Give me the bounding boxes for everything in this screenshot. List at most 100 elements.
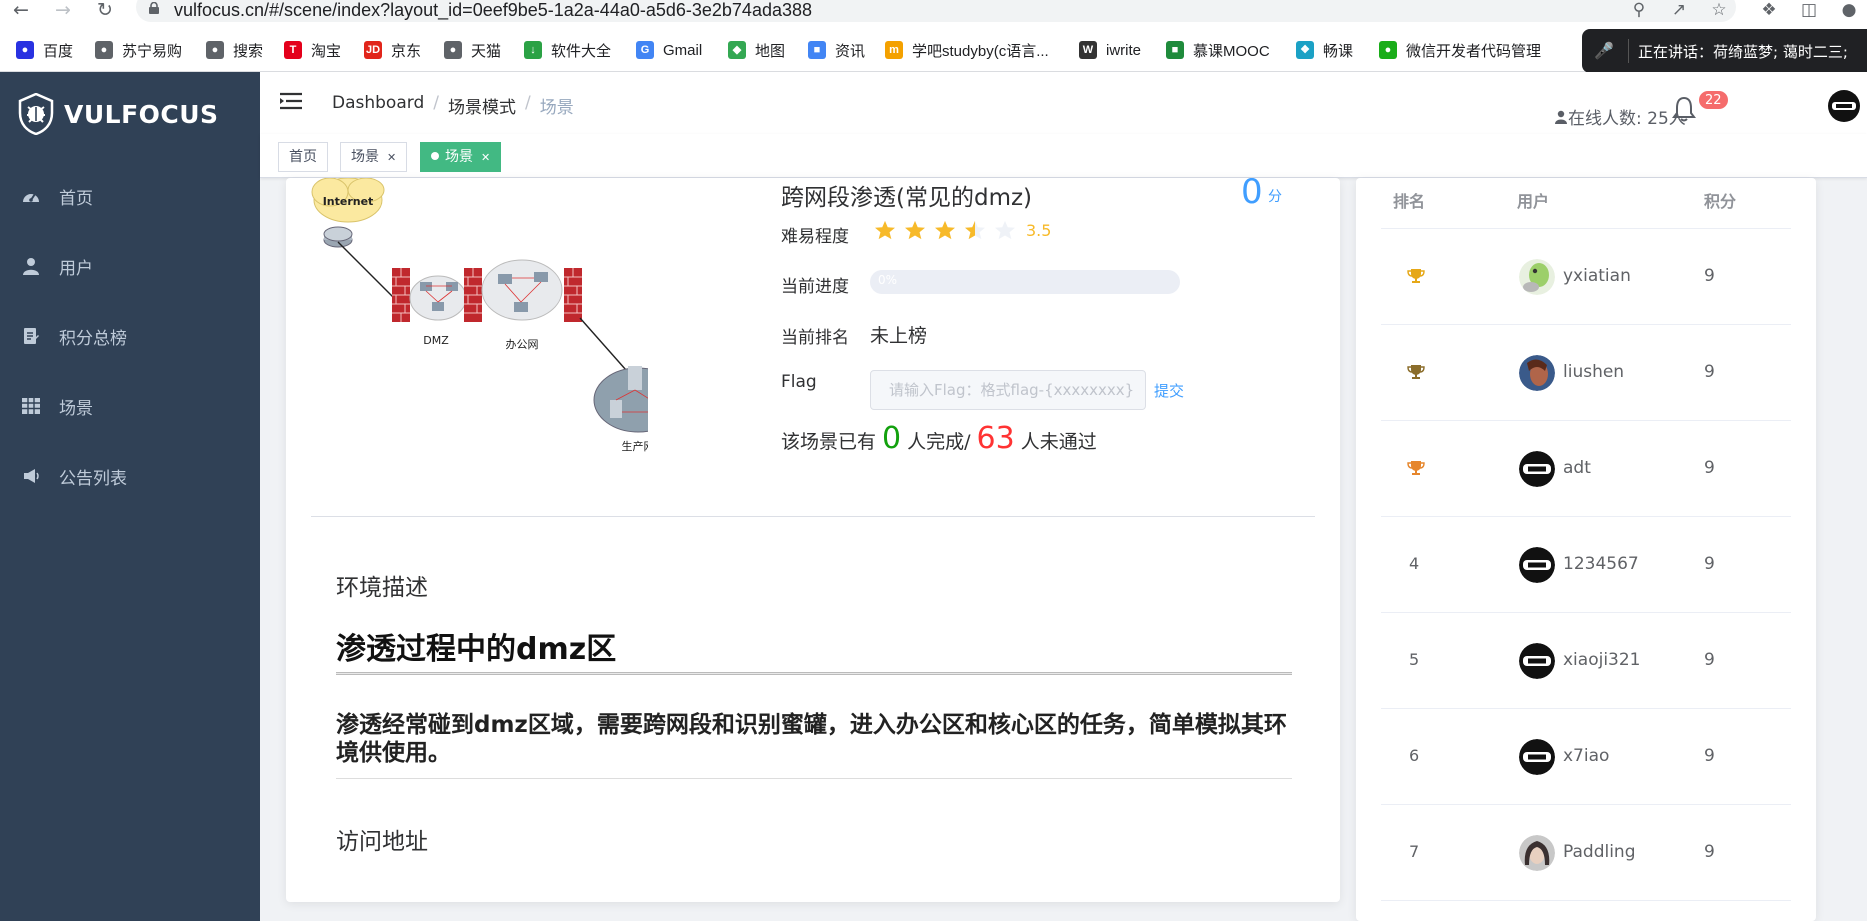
star-icon <box>905 220 925 240</box>
changke-icon: ❖ <box>1296 41 1314 59</box>
username[interactable]: x7iao <box>1563 746 1609 766</box>
office-label: 办公网 <box>506 338 539 351</box>
sidebar-item-users[interactable]: 用户 <box>0 238 260 294</box>
username[interactable]: adt <box>1563 458 1591 478</box>
rank-value: 未上榜 <box>870 325 928 347</box>
mooc-icon: ■ <box>1166 41 1184 59</box>
difficulty-label: 难易程度 <box>781 227 849 247</box>
flag-input[interactable]: 请输入Flag：格式flag-{xxxxxxxx} <box>870 370 1146 410</box>
username[interactable]: 1234567 <box>1563 554 1639 574</box>
sidebar-item-home[interactable]: 首页 <box>0 168 260 224</box>
leaderboard-row: 7 Paddling 9 <box>1381 805 1791 901</box>
progress-text: 0% <box>878 273 898 287</box>
description-body: 渗透经常碰到dmz区域，需要跨网段和识别蜜罐，进入办公区和核心区的任务，简单模拟… <box>336 712 1287 766</box>
leaderboard-row: yxiatian 9 <box>1381 229 1791 325</box>
online-count-text: 在线人数: 25人 <box>1568 109 1686 129</box>
username[interactable]: xiaoji321 <box>1563 650 1641 670</box>
bookmark-item[interactable]: m 学吧studyby(c语言... <box>885 39 1049 61</box>
top-navbar: Dashboard / 场景模式 / 场景 在线人数: 25人 22 <box>260 72 1867 134</box>
tags-view: 首页 场景 ✕ 场景 ✕ <box>260 134 1867 178</box>
avatar <box>1519 451 1555 487</box>
bookmark-item[interactable]: ◆ 地图 <box>728 39 785 61</box>
bookmark-label: 慕课MOOC <box>1193 42 1270 60</box>
back-icon[interactable]: ← <box>8 0 34 22</box>
firewall-icon <box>464 268 482 322</box>
bookmark-item[interactable]: ● 微信开发者代码管理 <box>1379 39 1541 61</box>
vulfocus-shield-icon <box>18 93 54 135</box>
username[interactable]: liushen <box>1563 362 1624 382</box>
breadcrumb: Dashboard / 场景模式 / 场景 <box>332 93 574 118</box>
username[interactable]: yxiatian <box>1563 266 1631 286</box>
user-icon <box>21 256 41 276</box>
sidebar-item-ranking[interactable]: 积分总榜 <box>0 308 260 364</box>
extensions-icon[interactable]: ❖ <box>1758 0 1780 20</box>
sidebar: VULFOCUS 首页 用户 积分总榜 场景 公告列表 <box>0 72 260 921</box>
tag-home[interactable]: 首页 <box>278 142 328 172</box>
star-empty-icon <box>995 220 1015 240</box>
bookmark-label: 百度 <box>43 42 74 60</box>
sidebar-item-scenes[interactable]: 场景 <box>0 378 260 434</box>
access-address-heading: 访问地址 <box>336 829 428 855</box>
hamburger-icon[interactable] <box>280 92 302 110</box>
bookmark-item[interactable]: ● 百度 <box>16 39 73 61</box>
sidebar-item-label: 积分总榜 <box>59 328 127 349</box>
bookmark-item[interactable]: ↓ 软件大全 <box>524 39 611 61</box>
bookmark-label: Gmail <box>663 41 703 59</box>
sidebar-item-label: 首页 <box>59 188 93 209</box>
bookmark-star-icon[interactable]: ☆ <box>1708 0 1730 20</box>
close-icon[interactable]: ✕ <box>481 151 490 164</box>
news-icon: ■ <box>808 41 826 59</box>
share-icon[interactable]: ↗ <box>1668 0 1690 20</box>
trophy-icon <box>1407 461 1425 475</box>
leaderboard-card: 排名 用户 积分 yxiatian 9 liushen 9 adt 9 4 1234567 9 5… <box>1356 178 1816 921</box>
star-half-icon <box>965 220 985 240</box>
flag-label: Flag <box>781 372 817 392</box>
maps-icon: ◆ <box>728 41 746 59</box>
key-icon[interactable]: ⚲ <box>1628 0 1650 20</box>
url-text[interactable]: vulfocus.cn/#/scene/index?layout_id=0eef… <box>174 0 812 20</box>
user-avatar[interactable] <box>1828 90 1860 122</box>
tag-scene-active[interactable]: 场景 ✕ <box>420 142 502 172</box>
firewall-icon <box>392 268 410 322</box>
bookmark-item[interactable]: JD 京东 <box>364 39 421 61</box>
bookmark-item[interactable]: Wiwrite <box>1079 39 1141 61</box>
user-score: 9 <box>1704 554 1715 574</box>
bookmark-item[interactable]: ● 苏宁易购 <box>95 39 182 61</box>
bookmark-item[interactable]: ● 搜索 <box>206 39 263 61</box>
wechat-icon: ● <box>1379 41 1397 59</box>
forward-icon[interactable]: → <box>50 0 76 22</box>
bookmark-item[interactable]: G Gmail <box>636 39 702 61</box>
bookmark-item[interactable]: ■ 慕课MOOC <box>1166 39 1270 61</box>
leaderboard-row: adt 9 <box>1381 421 1791 517</box>
completion-stats: 该场景已有 0 人完成/ 63 人未通过 <box>781 421 1097 456</box>
rank-number: 7 <box>1409 842 1420 861</box>
column-header-rank: 排名 <box>1393 192 1426 211</box>
google-icon: G <box>636 41 654 59</box>
username[interactable]: Paddling <box>1563 842 1636 862</box>
close-icon[interactable]: ✕ <box>387 151 396 164</box>
env-description-heading: 环境描述 <box>336 575 428 601</box>
sidebar-item-announcements[interactable]: 公告列表 <box>0 448 260 504</box>
bookmark-item[interactable]: T 淘宝 <box>284 39 341 61</box>
breadcrumb-item[interactable]: Dashboard <box>332 93 424 118</box>
score-unit: 分 <box>1268 189 1282 205</box>
profile-icon[interactable]: ● <box>1838 0 1860 20</box>
bookmark-item[interactable]: ❖ 畅课 <box>1296 39 1353 61</box>
bell-icon[interactable] <box>1672 96 1696 122</box>
tag-scene[interactable]: 场景 ✕ <box>340 142 408 172</box>
ranking-icon <box>21 326 41 346</box>
logo[interactable]: VULFOCUS <box>18 92 219 136</box>
submit-flag-button[interactable]: 提交 <box>1154 380 1184 401</box>
bookmark-item[interactable]: ● 天猫 <box>444 39 501 61</box>
rating-value: 3.5 <box>1026 220 1052 240</box>
breadcrumb-item[interactable]: 场景模式 <box>448 93 516 118</box>
sidebar-item-label: 公告列表 <box>59 468 127 489</box>
reload-icon[interactable]: ↻ <box>92 0 118 22</box>
microphone-icon[interactable]: 🎤 <box>1592 39 1616 63</box>
globe-icon: ● <box>95 41 113 59</box>
user-score: 9 <box>1704 362 1715 382</box>
internet-cloud: Internet <box>311 178 385 223</box>
bookmark-item[interactable]: ■ 资讯 <box>808 39 865 61</box>
sidepanel-icon[interactable]: ◫ <box>1798 0 1820 20</box>
scene-title: 跨网段渗透(常见的dmz) <box>781 185 1033 211</box>
